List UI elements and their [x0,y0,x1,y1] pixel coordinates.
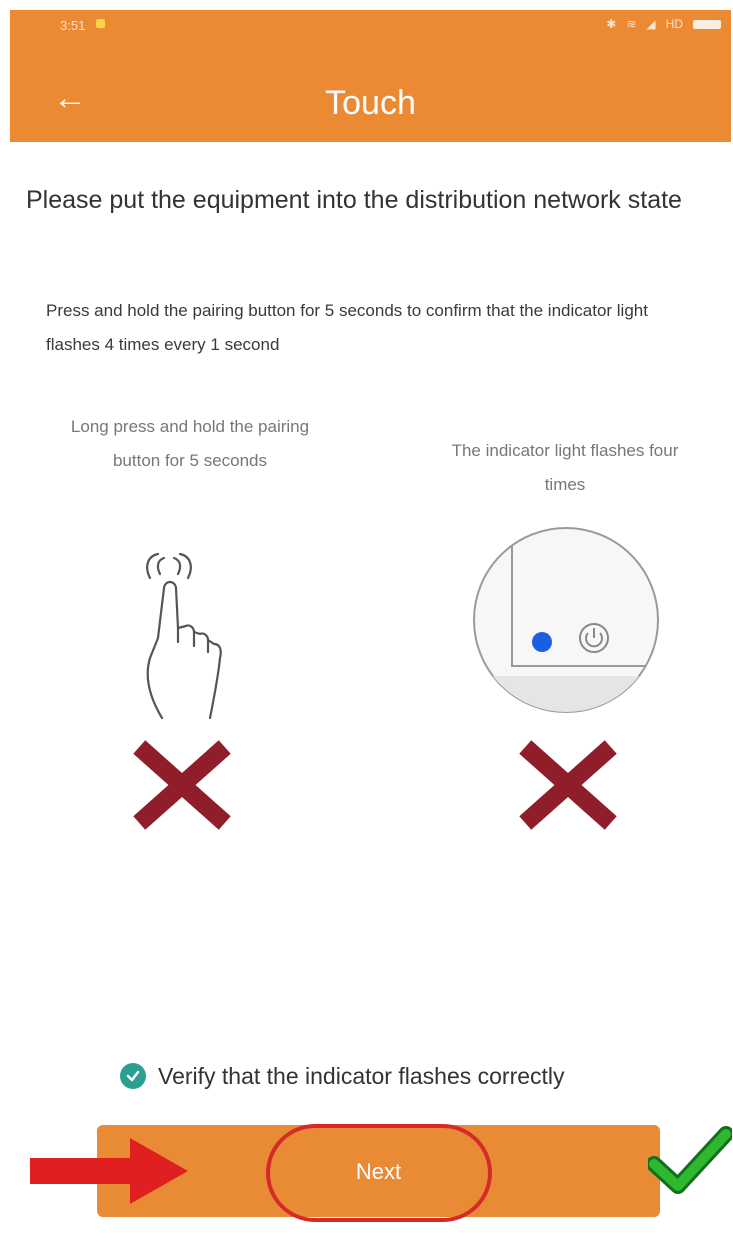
red-arrow-icon [30,1138,188,1204]
status-bar: 3:51 ✱ ≋ ◢ HD [10,10,731,40]
wifi-icon: ≋ [626,17,637,31]
fail-x-icon [133,740,231,830]
bluetooth-icon: ✱ [606,17,617,31]
verify-checkbox[interactable]: Verify that the indicator flashes correc… [120,1058,565,1094]
notification-icon [96,19,105,28]
app-header: 3:51 ✱ ≋ ◢ HD ← Touch [10,10,731,142]
checkmark-icon [120,1063,146,1089]
signal-icon: ◢ [646,17,656,31]
instruction-text: Press and hold the pairing button for 5 … [46,301,648,354]
battery-icon [693,19,721,29]
status-icons: ✱ ≋ ◢ HD [606,17,721,31]
page-title: Touch [325,84,416,122]
fail-x-icon [519,740,617,830]
indicator-light-icon [473,527,659,713]
headline: Please put the equipment into the distri… [26,186,682,214]
status-time: 3:51 [60,18,86,33]
highlight-oval [266,1124,492,1222]
green-checkmark-icon [648,1126,732,1194]
verify-label: Verify that the indicator flashes correc… [158,1062,565,1089]
hand-press-icon [146,552,222,720]
network-type: HD [665,17,683,31]
step-caption-indicator: The indicator light flashes four times [451,441,679,494]
step-caption-press: Long press and hold the pairing button f… [70,417,310,470]
